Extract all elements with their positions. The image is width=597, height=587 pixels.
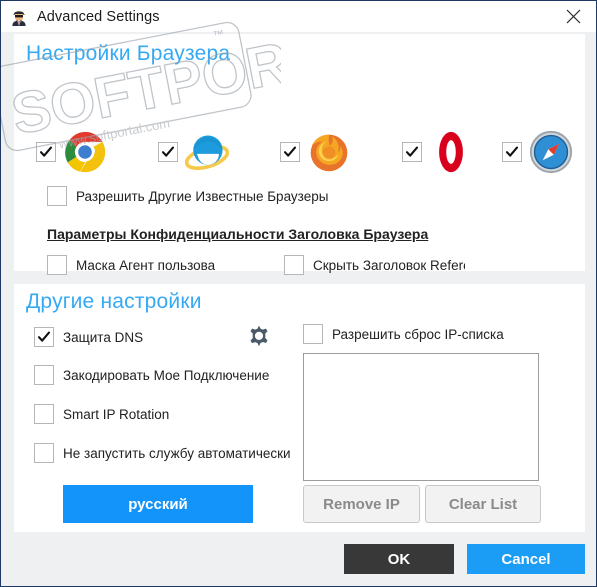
browser-toggle-row (36, 126, 576, 178)
cancel-button[interactable]: Cancel (467, 544, 585, 574)
checkbox-encrypt-connection[interactable] (34, 365, 54, 385)
checkbox-firefox[interactable] (280, 142, 300, 162)
hide-referer-row[interactable]: Скрыть Заголовок Referer (284, 255, 465, 275)
checkbox-hide-referer[interactable] (284, 255, 304, 275)
firefox-icon (307, 130, 351, 174)
spy-agent-icon (9, 7, 29, 27)
checkbox-allow-other-browsers[interactable] (47, 186, 67, 206)
checkbox-chrome[interactable] (36, 142, 56, 162)
allow-ip-reset-row[interactable]: Разрешить сброс IP-списка (303, 324, 504, 344)
safari-icon (529, 130, 573, 174)
browser-settings-title: Настройки Браузера (26, 42, 231, 65)
language-button[interactable]: русский (63, 485, 253, 523)
checkbox-mask-user-agent[interactable] (47, 255, 67, 275)
other-settings-title: Другие настройки (26, 290, 202, 313)
browser-settings-panel: Настройки Браузера Разрешить Другие Изве… (14, 34, 585, 275)
ok-button[interactable]: OK (344, 544, 454, 574)
no-autostart-row[interactable]: Не запустить службу автоматически (34, 443, 291, 463)
allow-ip-reset-label: Разрешить сброс IP-списка (332, 326, 504, 342)
allow-other-browsers-row[interactable]: Разрешить Другие Известные Браузеры (47, 186, 328, 206)
titlebar: Advanced Settings (1, 1, 596, 32)
clear-list-button[interactable]: Clear List (425, 485, 541, 523)
privacy-parameters-header: Параметры Конфиденциальности Заголовка Б… (47, 226, 429, 242)
mask-user-agent-row[interactable]: Маска Агент пользова (47, 255, 215, 275)
checkbox-no-autostart[interactable] (34, 443, 54, 463)
remove-ip-button[interactable]: Remove IP (303, 485, 420, 523)
smart-ip-rotation-row[interactable]: Smart IP Rotation (34, 404, 169, 424)
browser-item-safari[interactable] (502, 126, 573, 178)
window-title: Advanced Settings (37, 8, 160, 25)
browser-item-internet-explorer[interactable] (158, 126, 229, 178)
checkbox-safari[interactable] (502, 142, 522, 162)
smart-ip-rotation-label: Smart IP Rotation (63, 406, 170, 422)
checkbox-allow-ip-reset[interactable] (303, 324, 323, 344)
checkbox-smart-ip-rotation[interactable] (34, 404, 54, 424)
opera-icon (429, 130, 473, 174)
advanced-settings-window: Advanced Settings Настройки Браузера Раз… (0, 0, 597, 587)
dns-protection-row[interactable]: Защита DNS (34, 327, 143, 347)
allow-other-browsers-label: Разрешить Другие Известные Браузеры (76, 188, 329, 204)
close-icon[interactable] (550, 1, 596, 32)
browser-item-firefox[interactable] (280, 126, 351, 178)
checkbox-internet-explorer[interactable] (158, 142, 178, 162)
mask-user-agent-label: Маска Агент пользова (76, 257, 216, 273)
checkbox-dns-protection[interactable] (34, 327, 54, 347)
dns-protection-label: Защита DNS (63, 329, 144, 345)
gear-icon[interactable] (244, 323, 274, 353)
encrypt-connection-label: Закодировать Мое Подключение (63, 367, 270, 383)
encrypt-connection-row[interactable]: Закодировать Мое Подключение (34, 365, 269, 385)
no-autostart-label: Не запустить службу автоматически (63, 445, 291, 461)
hide-referer-label: Скрыть Заголовок Referer (313, 257, 465, 273)
ip-list-box[interactable] (303, 353, 539, 481)
checkbox-opera[interactable] (402, 142, 422, 162)
ie-icon (185, 130, 229, 174)
chrome-icon (63, 130, 107, 174)
browser-item-opera[interactable] (402, 126, 473, 178)
browser-item-chrome[interactable] (36, 126, 107, 178)
